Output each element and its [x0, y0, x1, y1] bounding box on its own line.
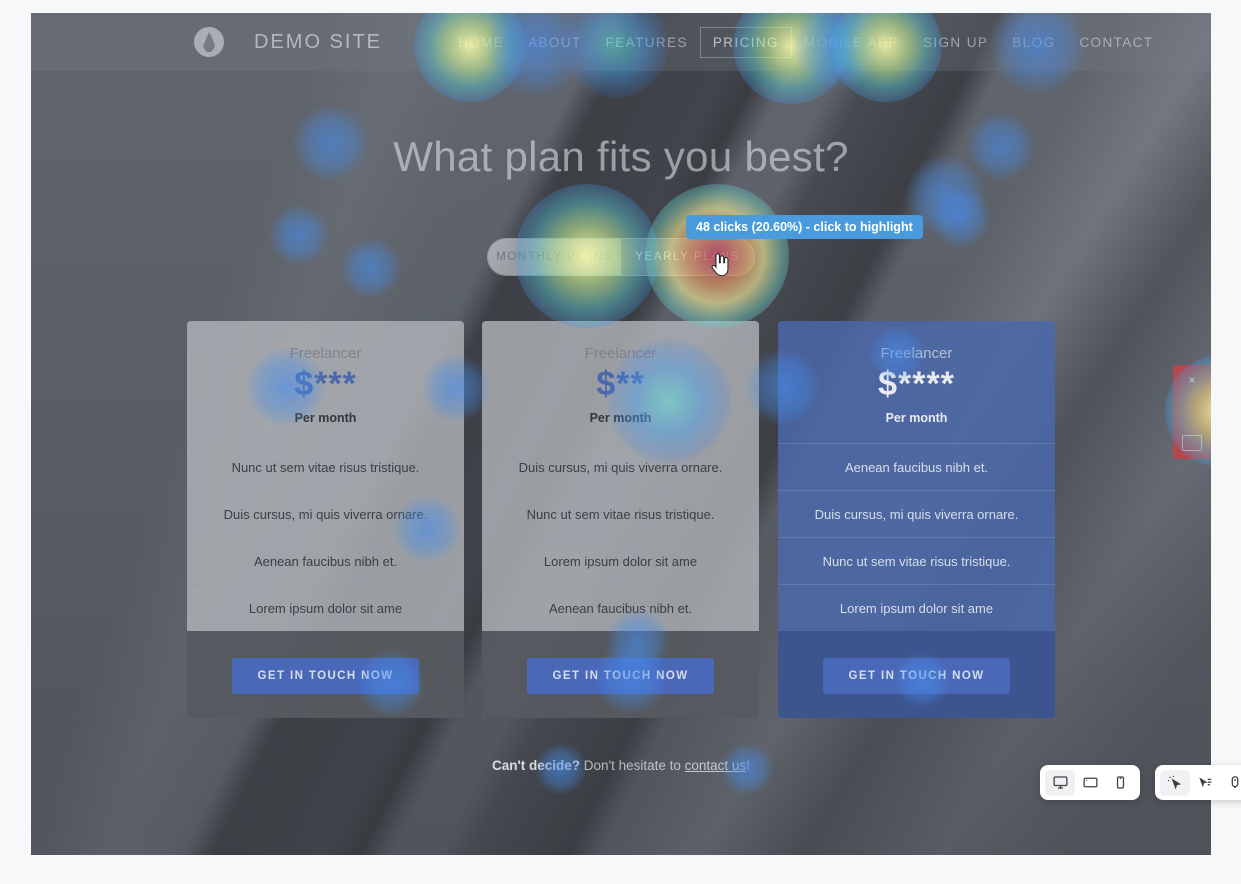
device-view-toolbar: [1040, 765, 1140, 800]
nav-item-pricing[interactable]: PRICING: [699, 26, 792, 58]
close-icon[interactable]: ×: [1188, 373, 1195, 387]
toggle-yearly-plans[interactable]: YEARLY PLANS: [621, 239, 754, 275]
nav-item-contact[interactable]: CONTACT: [1067, 28, 1165, 57]
plan-name: Freelancer: [289, 345, 362, 362]
toggle-monthly-plans[interactable]: MONTHLY PLANS: [488, 239, 621, 275]
hand-cursor-icon: [711, 253, 729, 277]
pricing-card[interactable]: Freelancer $** Per month Duis cursus, mi…: [482, 321, 759, 718]
plan-period: Per month: [294, 411, 357, 426]
nav-item-about[interactable]: ABOUT: [516, 28, 594, 57]
plan-feature: Nunc ut sem vitae risus tristique.: [778, 537, 1055, 584]
decide-note-bold: Can't decide?: [492, 758, 581, 773]
plan-feature: Nunc ut sem vitae risus tristique.: [187, 443, 464, 490]
decide-note-mid: Don't hesitate to: [580, 758, 685, 773]
plan-feature: Aenean faucibus nibh et.: [187, 537, 464, 584]
click-heatmap-button[interactable]: [1160, 769, 1190, 796]
get-in-touch-button[interactable]: GET IN TOUCH NOW: [526, 658, 715, 695]
screenshot-root: DEMO SITE HOME ABOUT FEATURES PRICING MO…: [0, 0, 1241, 884]
plan-feature: Nunc ut sem vitae risus tristique.: [482, 490, 759, 537]
nav-item-blog[interactable]: BLOG: [1000, 28, 1067, 57]
plan-feature: Aenean faucibus nibh et.: [482, 584, 759, 631]
plan-price: $***: [294, 365, 357, 403]
pricing-card-highlighted[interactable]: Freelancer $**** Per month Aenean faucib…: [778, 321, 1055, 718]
nav-item-sign-up[interactable]: SIGN UP: [911, 28, 1000, 57]
plan-feature: Lorem ipsum dolor sit ame: [482, 537, 759, 584]
card-header: Freelancer $** Per month: [482, 321, 759, 443]
plan-feature: Duis cursus, mi quis viverra ornare.: [187, 490, 464, 537]
card-footer: GET IN TOUCH NOW: [778, 631, 1055, 718]
pricing-cards: Freelancer $*** Per month Nunc ut sem vi…: [31, 321, 1211, 721]
heatmap-tool-toolbar: [1155, 765, 1241, 800]
contact-us-link[interactable]: contact us: [685, 758, 747, 773]
site-header: DEMO SITE HOME ABOUT FEATURES PRICING MO…: [31, 13, 1211, 71]
get-in-touch-button[interactable]: GET IN TOUCH NOW: [822, 658, 1011, 695]
plan-period: Per month: [885, 411, 948, 426]
plan-feature: Lorem ipsum dolor sit ame: [187, 584, 464, 631]
plan-name: Freelancer: [584, 345, 657, 362]
plan-feature: Duis cursus, mi quis viverra ornare.: [778, 490, 1055, 537]
logo-text: DEMO SITE: [254, 30, 383, 53]
plan-feature: Duis cursus, mi quis viverra ornare.: [482, 443, 759, 490]
card-header: Freelancer $*** Per month: [187, 321, 464, 443]
card-header: Freelancer $**** Per month: [778, 321, 1055, 443]
plan-feature: Aenean faucibus nibh et.: [778, 443, 1055, 490]
nav-item-mobile-app[interactable]: MOBILE APP: [792, 28, 911, 57]
desktop-view-button[interactable]: [1045, 769, 1075, 796]
decide-note: Can't decide? Don't hesitate to contact …: [31, 758, 1211, 773]
mobile-view-button[interactable]: [1105, 770, 1135, 796]
move-heatmap-button[interactable]: [1190, 770, 1220, 796]
plan-period: Per month: [589, 411, 652, 426]
main-nav: HOME ABOUT FEATURES PRICING MOBILE APP S…: [446, 26, 1165, 58]
site-viewport: DEMO SITE HOME ABOUT FEATURES PRICING MO…: [31, 13, 1211, 855]
decide-note-end: !: [746, 758, 750, 773]
card-footer: GET IN TOUCH NOW: [187, 631, 464, 718]
plan-price: $**: [596, 365, 645, 403]
heatmap-tooltip[interactable]: 48 clicks (20.60%) - click to highlight: [686, 215, 923, 239]
plan-feature: Lorem ipsum dolor sit ame: [778, 584, 1055, 631]
tablet-view-button[interactable]: [1075, 770, 1105, 796]
flame-logo-icon: [194, 27, 224, 57]
scroll-heatmap-button[interactable]: [1220, 770, 1241, 796]
logo[interactable]: DEMO SITE: [194, 27, 382, 57]
card-footer: GET IN TOUCH NOW: [482, 631, 759, 718]
pricing-card[interactable]: Freelancer $*** Per month Nunc ut sem vi…: [187, 321, 464, 718]
side-feedback-widget[interactable]: ×: [1173, 365, 1211, 459]
plan-name: Freelancer: [880, 345, 953, 362]
get-in-touch-button[interactable]: GET IN TOUCH NOW: [231, 658, 420, 695]
nav-item-features[interactable]: FEATURES: [594, 28, 700, 57]
message-box-icon[interactable]: [1182, 435, 1202, 451]
page-title: What plan fits you best?: [393, 133, 849, 180]
nav-item-home[interactable]: HOME: [446, 28, 516, 57]
plan-price: $****: [878, 365, 955, 403]
